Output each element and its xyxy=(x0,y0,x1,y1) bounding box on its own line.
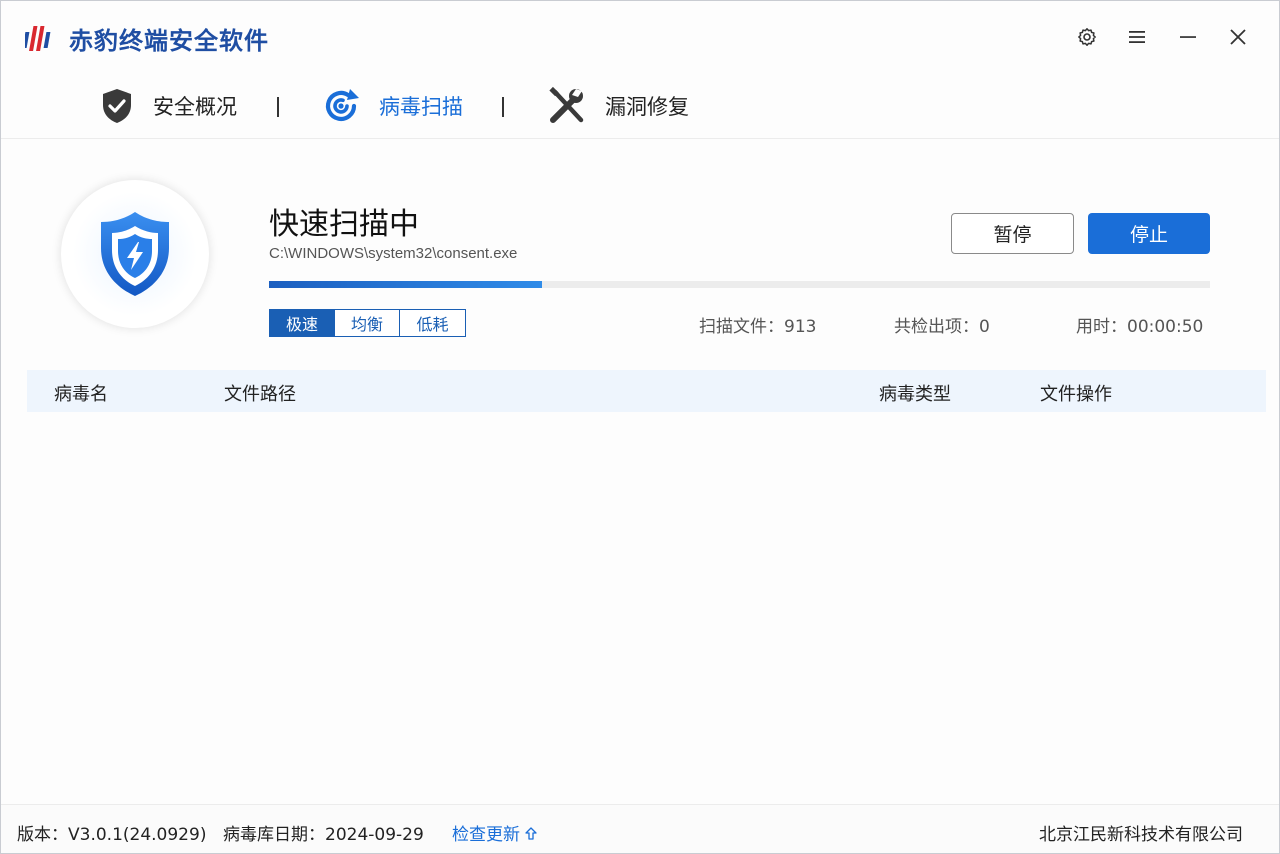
virus-db-date: 病毒库日期：2024-09-29 xyxy=(223,825,424,845)
main-nav: 安全概况 病毒扫描 漏洞修复 xyxy=(1,75,1279,139)
hamburger-menu-icon xyxy=(1129,31,1145,43)
tab-vulnerability-repair[interactable]: 漏洞修复 xyxy=(547,85,689,127)
stat-label: 扫描文件： xyxy=(699,317,784,337)
stat-value: 00:00:50 xyxy=(1127,317,1204,337)
app-window: 赤豹终端安全软件 安全概况 病毒扫描 漏洞修复 快速扫描中 C:\WINDOWS… xyxy=(0,0,1280,854)
settings-button[interactable] xyxy=(1073,23,1101,51)
tab-label: 安全概况 xyxy=(153,95,237,119)
results-table-header: 病毒名 文件路径 病毒类型 文件操作 xyxy=(27,370,1266,412)
stat-elapsed-time: 用时：00:00:50 xyxy=(1076,312,1203,337)
nav-separator xyxy=(277,97,279,117)
shield-lightning-icon xyxy=(73,192,197,316)
arrow-up-icon xyxy=(525,827,538,840)
version-info: 版本：V3.0.1(24.0929) xyxy=(17,825,207,845)
shield-check-icon xyxy=(103,89,131,123)
app-title: 赤豹终端安全软件 xyxy=(69,27,269,55)
scan-status-title: 快速扫描中 xyxy=(269,207,419,242)
tab-label: 漏洞修复 xyxy=(605,95,689,119)
check-update-label: 检查更新 xyxy=(452,825,520,845)
radar-scan-icon xyxy=(325,89,359,122)
scan-progress-bar xyxy=(269,281,1210,288)
speed-option-low[interactable]: 低耗 xyxy=(400,310,465,336)
stop-button[interactable]: 停止 xyxy=(1088,213,1210,254)
gear-icon xyxy=(1078,28,1096,46)
column-file-path: 文件路径 xyxy=(224,384,296,405)
column-virus-type: 病毒类型 xyxy=(879,384,951,405)
current-scan-file: C:\WINDOWS\system32\consent.exe xyxy=(269,245,518,262)
speed-option-balanced[interactable]: 均衡 xyxy=(335,310,400,336)
company-name: 北京江民新科技术有限公司 xyxy=(1039,825,1243,845)
column-virus-name: 病毒名 xyxy=(54,384,108,405)
wrench-screwdriver-icon xyxy=(549,86,584,123)
stat-files-scanned: 扫描文件：913 xyxy=(699,312,816,337)
minimize-icon xyxy=(1180,36,1196,38)
tab-security-overview[interactable]: 安全概况 xyxy=(99,85,237,127)
scan-speed-selector: 极速 均衡 低耗 xyxy=(269,309,466,337)
scan-progress-fill xyxy=(269,281,542,288)
close-icon xyxy=(1230,29,1246,45)
nav-separator xyxy=(502,97,504,117)
menu-button[interactable] xyxy=(1123,23,1151,51)
close-button[interactable] xyxy=(1224,23,1252,51)
stat-items-detected: 共检出项：0 xyxy=(894,312,990,337)
stat-label: 共检出项： xyxy=(894,317,979,337)
minimize-button[interactable] xyxy=(1174,23,1202,51)
stat-value: 913 xyxy=(784,317,817,337)
tab-label: 病毒扫描 xyxy=(379,95,463,119)
logo-icon xyxy=(22,23,55,53)
check-update-link[interactable]: 检查更新 xyxy=(452,820,538,845)
pause-button[interactable]: 暂停 xyxy=(951,213,1074,254)
scan-status-emblem xyxy=(61,180,209,328)
status-footer: 版本：V3.0.1(24.0929) 病毒库日期：2024-09-29 检查更新… xyxy=(1,804,1279,853)
speed-option-fast[interactable]: 极速 xyxy=(270,310,335,336)
tab-virus-scan[interactable]: 病毒扫描 xyxy=(321,85,463,127)
stat-label: 用时： xyxy=(1076,317,1127,337)
column-file-action: 文件操作 xyxy=(1040,384,1112,405)
title-bar: 赤豹终端安全软件 xyxy=(1,1,1279,75)
stat-value: 0 xyxy=(979,317,990,337)
